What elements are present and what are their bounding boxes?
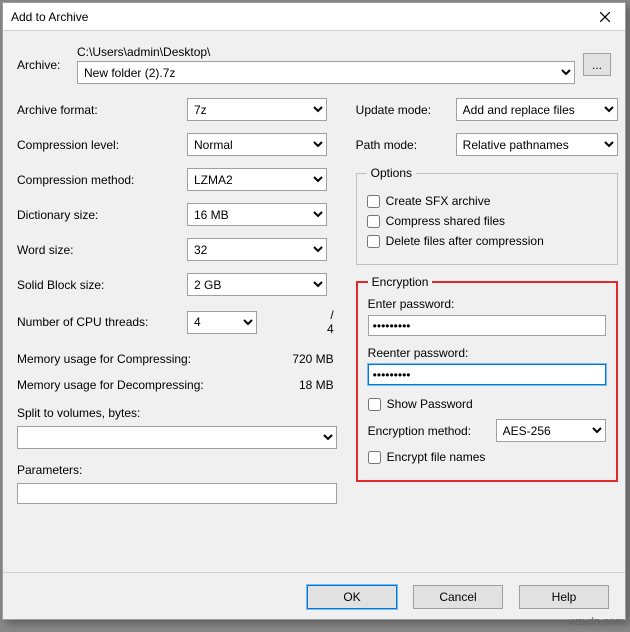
reenter-password-label: Reenter password: — [368, 346, 606, 360]
encryption-method-select[interactable]: AES-256 — [496, 419, 606, 442]
encryption-group: Encryption Enter password: Reenter passw… — [356, 275, 618, 482]
show-password-checkbox[interactable] — [368, 398, 381, 411]
encrypt-names-checkbox[interactable] — [368, 451, 381, 464]
ok-button[interactable]: OK — [307, 585, 397, 609]
compression-level-label: Compression level: — [17, 138, 187, 152]
split-label: Split to volumes, bytes: — [17, 406, 338, 420]
window-title: Add to Archive — [11, 10, 88, 24]
reenter-password-input[interactable] — [368, 364, 606, 385]
sfx-label: Create SFX archive — [386, 194, 491, 208]
close-button[interactable] — [585, 3, 625, 31]
mem-compress-label: Memory usage for Compressing: — [17, 352, 292, 366]
enter-password-label: Enter password: — [368, 297, 606, 311]
close-icon — [600, 12, 610, 22]
cpu-threads-select[interactable]: 4 — [187, 311, 257, 334]
solid-block-size-label: Solid Block size: — [17, 278, 187, 292]
enter-password-input[interactable] — [368, 315, 606, 336]
right-column: Update mode: Add and replace files Path … — [356, 98, 618, 504]
watermark: wsxdn.com — [569, 616, 624, 628]
encryption-method-label: Encryption method: — [368, 424, 488, 438]
encryption-legend: Encryption — [368, 275, 433, 289]
mem-decompress-value: 18 MB — [292, 378, 337, 392]
archive-path: C:\Users\admin\Desktop\ — [77, 45, 575, 59]
mem-compress-value: 720 MB — [292, 352, 337, 366]
shared-checkbox-row[interactable]: Compress shared files — [367, 214, 607, 228]
path-mode-select[interactable]: Relative pathnames — [456, 133, 618, 156]
solid-block-size-select[interactable]: 2 GB — [187, 273, 327, 296]
button-bar: OK Cancel Help — [3, 572, 625, 619]
cancel-button[interactable]: Cancel — [413, 585, 503, 609]
sfx-checkbox-row[interactable]: Create SFX archive — [367, 194, 607, 208]
options-group: Options Create SFX archive Compress shar… — [356, 166, 618, 265]
encrypt-names-label: Encrypt file names — [387, 450, 486, 464]
delete-label: Delete files after compression — [386, 234, 544, 248]
dialog-content: Archive: C:\Users\admin\Desktop\ New fol… — [3, 31, 625, 572]
browse-button[interactable]: ... — [583, 53, 611, 76]
cpu-threads-total: / 4 — [327, 308, 338, 336]
compression-level-select[interactable]: Normal — [187, 133, 327, 156]
options-legend: Options — [367, 166, 416, 180]
archive-row: Archive: C:\Users\admin\Desktop\ New fol… — [17, 45, 611, 84]
delete-checkbox-row[interactable]: Delete files after compression — [367, 234, 607, 248]
compression-method-label: Compression method: — [17, 173, 187, 187]
path-mode-label: Path mode: — [356, 138, 456, 152]
browse-label: ... — [592, 58, 602, 72]
encrypt-names-row[interactable]: Encrypt file names — [368, 450, 606, 464]
word-size-select[interactable]: 32 — [187, 238, 327, 261]
shared-checkbox[interactable] — [367, 215, 380, 228]
cpu-threads-label: Number of CPU threads: — [17, 315, 187, 329]
archive-format-select[interactable]: 7z — [187, 98, 327, 121]
compression-method-select[interactable]: LZMA2 — [187, 168, 327, 191]
sfx-checkbox[interactable] — [367, 195, 380, 208]
delete-checkbox[interactable] — [367, 235, 380, 248]
shared-label: Compress shared files — [386, 214, 505, 228]
show-password-label: Show Password — [387, 397, 473, 411]
word-size-label: Word size: — [17, 243, 187, 257]
dictionary-size-select[interactable]: 16 MB — [187, 203, 327, 226]
update-mode-label: Update mode: — [356, 103, 456, 117]
archive-format-label: Archive format: — [17, 103, 187, 117]
help-button[interactable]: Help — [519, 585, 609, 609]
titlebar: Add to Archive — [3, 3, 625, 31]
archive-label: Archive: — [17, 58, 77, 72]
parameters-input[interactable] — [17, 483, 337, 504]
update-mode-select[interactable]: Add and replace files — [456, 98, 618, 121]
left-column: Archive format: 7z Compression level: No… — [17, 98, 338, 504]
parameters-label: Parameters: — [17, 463, 338, 477]
add-to-archive-dialog: Add to Archive Archive: C:\Users\admin\D… — [2, 2, 626, 620]
mem-decompress-label: Memory usage for Decompressing: — [17, 378, 292, 392]
show-password-row[interactable]: Show Password — [368, 397, 606, 411]
dictionary-size-label: Dictionary size: — [17, 208, 187, 222]
split-select[interactable] — [17, 426, 337, 449]
archive-filename-select[interactable]: New folder (2).7z — [77, 61, 575, 84]
